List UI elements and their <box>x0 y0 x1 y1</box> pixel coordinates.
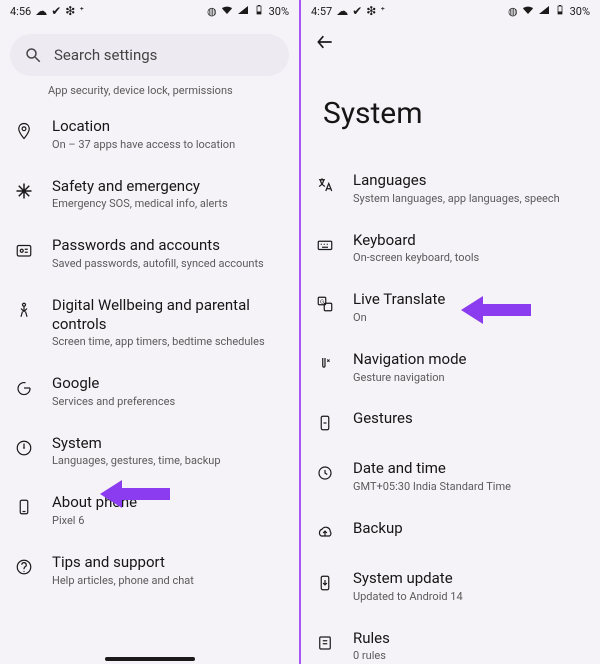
page-title: System <box>301 56 600 159</box>
about-phone-icon <box>14 495 34 519</box>
sync-icon: ❇ <box>65 5 75 17</box>
row-title: Languages <box>353 171 586 190</box>
google-icon <box>14 376 34 400</box>
battery-percent: 30% <box>570 5 590 18</box>
gestures-icon <box>315 411 335 435</box>
chat-icon: ☁ <box>336 5 348 17</box>
row-title: Keyboard <box>353 231 586 250</box>
back-button[interactable] <box>315 37 335 56</box>
battery-percent: 30% <box>269 5 289 18</box>
chat-icon: ☁ <box>35 5 47 17</box>
row-keyboard[interactable]: KeyboardOn-screen keyboard, tools <box>301 219 600 279</box>
row-title: Rules <box>353 629 586 648</box>
row-about[interactable]: About phone Pixel 6 <box>0 481 299 541</box>
row-system-update[interactable]: System update Updated to Android 14 <box>301 557 600 617</box>
row-sub: 0 rules <box>353 649 586 664</box>
row-sub: Pixel 6 <box>52 514 285 529</box>
row-title: Live Translate <box>353 290 586 309</box>
row-sub: Updated to Android 14 <box>353 590 586 605</box>
search-placeholder: Search settings <box>54 46 157 64</box>
row-title: Safety and emergency <box>52 177 285 196</box>
row-languages[interactable]: Languages System languages, app languages… <box>301 159 600 219</box>
safety-icon <box>14 179 34 203</box>
row-nav-mode[interactable]: Navigation mode Gesture navigation <box>301 338 600 398</box>
row-title: Google <box>52 374 285 393</box>
row-title: System update <box>353 569 586 588</box>
row-sub: System languages, app languages, speech <box>353 192 586 207</box>
security-subtitle-truncated: App security, device lock, permissions <box>0 80 299 105</box>
status-bar: 4:57 ☁ ✔ ❇ ᐩ ◍ 30% <box>301 0 600 22</box>
check-icon: ✔ <box>352 5 362 17</box>
row-sub: Languages, gestures, time, backup <box>52 454 285 469</box>
row-backup[interactable]: Backup <box>301 507 600 557</box>
translate-icon: G <box>315 292 335 316</box>
row-sub: GMT+05:30 India Standard Time <box>353 480 586 495</box>
row-sub: Gesture navigation <box>353 371 586 386</box>
clock: 4:57 <box>311 5 332 18</box>
row-title: Backup <box>353 519 586 538</box>
row-live-translate[interactable]: G Live Translate On <box>301 278 600 338</box>
row-system[interactable]: SystemLanguages, gestures, time, backup <box>0 422 299 482</box>
row-wellbeing[interactable]: Digital Wellbeing and parental controlsS… <box>0 284 299 362</box>
row-title: Digital Wellbeing and parental controls <box>52 296 285 334</box>
status-bar: 4:56 ☁ ✔ ❇ ᐩ ◍ 30% <box>0 0 299 22</box>
clock-icon <box>315 461 335 485</box>
row-rules[interactable]: Rules0 rules <box>301 617 600 664</box>
row-sub: Emergency SOS, medical info, alerts <box>52 197 285 212</box>
notif-icon: ᐩ <box>79 5 84 17</box>
row-sub: On – 37 apps have access to location <box>52 138 285 153</box>
vibrate-icon: ◍ <box>207 6 217 17</box>
system-screen: 4:57 ☁ ✔ ❇ ᐩ ◍ 30% System Languages Syste… <box>301 0 600 664</box>
svg-text:G: G <box>320 299 324 305</box>
wifi-icon <box>221 4 233 18</box>
row-google[interactable]: Google Services and preferences <box>0 362 299 422</box>
notif-icon: ᐩ <box>380 5 385 17</box>
row-gestures[interactable]: Gestures <box>301 397 600 447</box>
wellbeing-icon <box>14 298 34 322</box>
search-settings[interactable]: Search settings <box>10 34 289 76</box>
row-date-time[interactable]: Date and time GMT+05:30 India Standard Ti… <box>301 447 600 507</box>
row-safety[interactable]: Safety and emergencyEmergency SOS, medic… <box>0 165 299 225</box>
battery-icon <box>554 4 566 18</box>
row-tips[interactable]: Tips and support Help articles, phone and… <box>0 541 299 601</box>
location-icon <box>14 119 34 143</box>
row-title: Location <box>52 117 285 136</box>
row-sub: Services and preferences <box>52 395 285 410</box>
signal-icon <box>538 4 550 18</box>
row-title: Tips and support <box>52 553 285 572</box>
row-title: System <box>52 434 285 453</box>
system-update-icon <box>315 571 335 595</box>
row-title: Date and time <box>353 459 586 478</box>
search-icon <box>24 46 42 64</box>
row-title: Navigation mode <box>353 350 586 369</box>
clock: 4:56 <box>10 5 31 18</box>
system-icon <box>14 436 34 460</box>
passwords-icon <box>14 238 34 262</box>
row-title: Gestures <box>353 409 586 428</box>
sync-icon: ❇ <box>366 5 376 17</box>
settings-screen: 4:56 ☁ ✔ ❇ ᐩ ◍ 30% Search settings App s… <box>0 0 299 664</box>
nav-mode-icon <box>315 352 335 376</box>
row-title: About phone <box>52 493 285 512</box>
languages-icon <box>315 173 335 197</box>
row-sub: Saved passwords, autofill, synced accoun… <box>52 257 285 272</box>
vibrate-icon: ◍ <box>508 6 518 17</box>
rules-icon <box>315 631 335 655</box>
row-sub: On <box>353 311 586 326</box>
row-sub: Help articles, phone and chat <box>52 574 285 589</box>
keyboard-icon <box>315 233 335 257</box>
wifi-icon <box>522 4 534 18</box>
backup-icon <box>315 521 335 545</box>
battery-icon <box>253 4 265 18</box>
row-title: Passwords and accounts <box>52 236 285 255</box>
signal-icon <box>237 4 249 18</box>
row-sub: On-screen keyboard, tools <box>353 251 586 266</box>
gesture-nav-handle[interactable] <box>105 657 195 661</box>
row-passwords[interactable]: Passwords and accounts Saved passwords, a… <box>0 224 299 284</box>
row-location[interactable]: Location On – 37 apps have access to loca… <box>0 105 299 165</box>
row-sub: Screen time, app timers, bedtime schedul… <box>52 335 285 350</box>
help-icon <box>14 555 34 579</box>
check-icon: ✔ <box>51 5 61 17</box>
